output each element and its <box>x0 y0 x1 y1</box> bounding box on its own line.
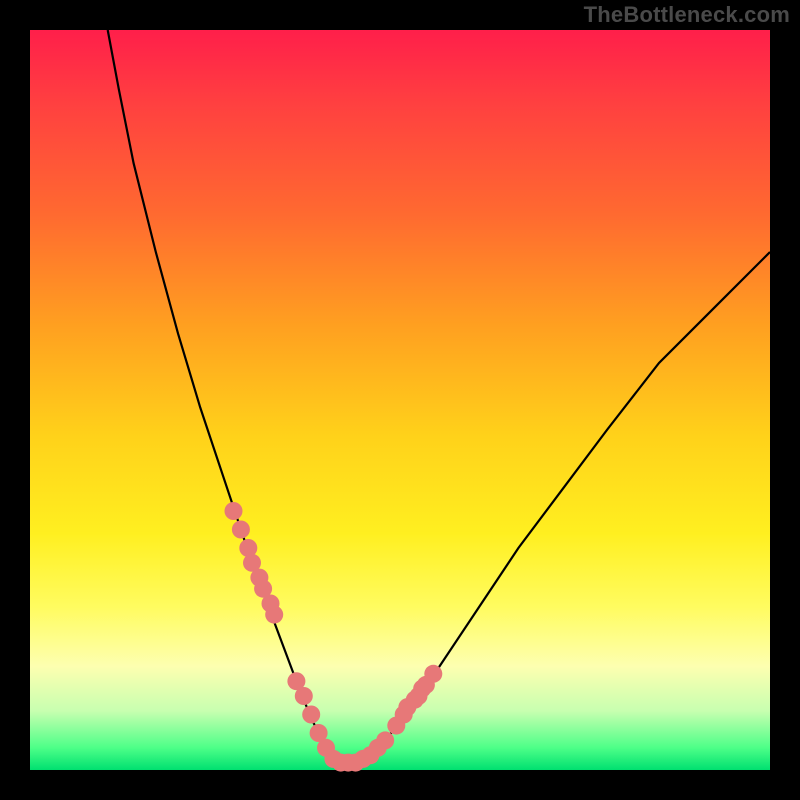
marker-group <box>225 502 443 772</box>
bottleneck-curve <box>108 30 770 763</box>
curve-marker <box>232 521 250 539</box>
curve-marker <box>376 731 394 749</box>
curve-marker <box>295 687 313 705</box>
curve-marker <box>265 606 283 624</box>
chart-frame: TheBottleneck.com <box>0 0 800 800</box>
chart-svg <box>30 30 770 770</box>
curve-marker <box>302 706 320 724</box>
watermark-text: TheBottleneck.com <box>584 2 790 28</box>
curve-marker <box>424 665 442 683</box>
curve-marker <box>225 502 243 520</box>
chart-plot-area <box>30 30 770 770</box>
